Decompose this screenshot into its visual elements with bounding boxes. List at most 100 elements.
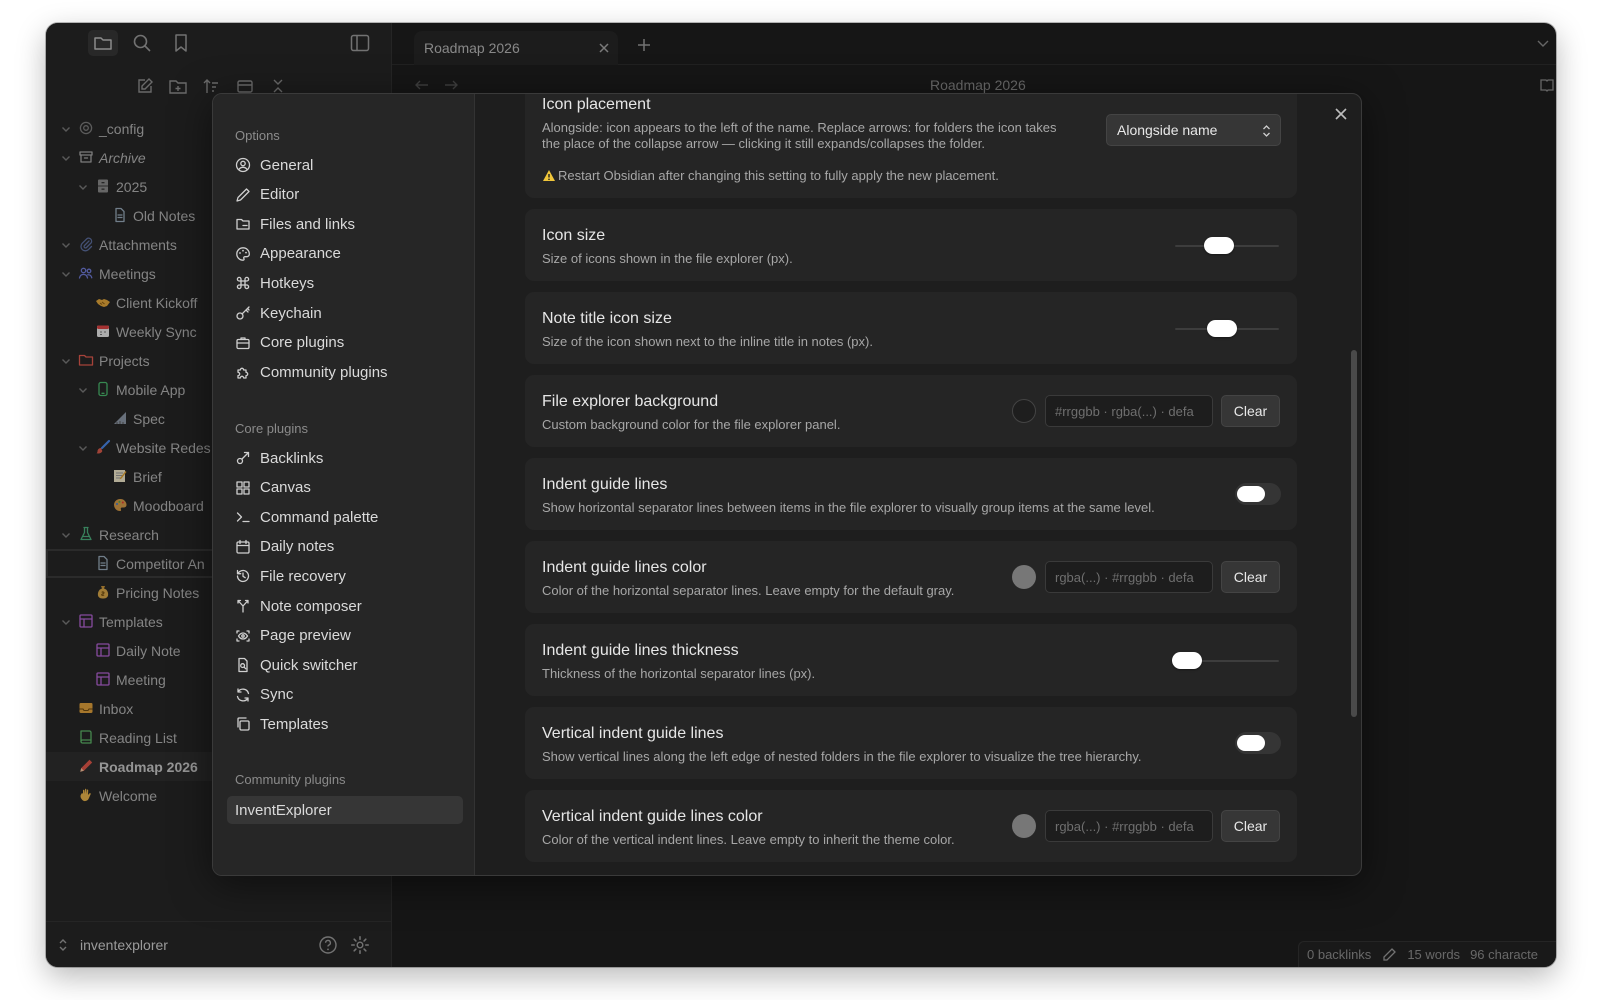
nav-item-files-and-links[interactable]: Files and links [227,210,463,238]
sync-icon [235,687,251,703]
nav-item-backlinks[interactable]: Backlinks [227,444,463,472]
settings-scrollbar[interactable] [1351,350,1357,717]
slider-handle[interactable] [1206,320,1237,337]
nav-item-label: Appearance [260,245,341,263]
slider-handle[interactable] [1203,237,1234,254]
setting-title: Icon size [542,227,606,244]
nav-item-core-plugins[interactable]: Core plugins [227,329,463,357]
terminal-icon [235,509,251,525]
nav-item-label: Sync [260,686,294,704]
setting-icon-placement: Icon placement Alongside: icon appears t… [525,94,1297,198]
grid-icon [235,480,251,496]
nav-item-canvas[interactable]: Canvas [227,474,463,502]
nav-item-label: Editor [260,186,300,204]
key-icon [235,305,251,321]
nav-item-label: Hotkeys [260,274,315,292]
color-swatch[interactable] [1012,399,1036,423]
nav-item-keychain[interactable]: Keychain [227,299,463,327]
setting-vertical-indent-guide-lines: Vertical indent guide lines Show vertica… [525,707,1297,779]
setting-indent-guide-lines-color: Indent guide lines color Color of the ho… [525,541,1297,613]
palette-icon [235,246,251,262]
indent-guide-lines-toggle[interactable] [1235,483,1281,505]
warning-icon [542,169,556,182]
setting-note-title-icon-size: Note title icon size Size of the icon sh… [525,292,1297,364]
color-swatch[interactable] [1012,565,1036,589]
clear-indent-color-button[interactable]: Clear [1221,561,1280,593]
nav-item-label: Templates [260,715,329,733]
nav-item-command-palette[interactable]: Command palette [227,503,463,531]
nav-item-label: General [260,156,314,174]
nav-item-label: Daily notes [260,538,335,556]
icon-size-slider[interactable] [1175,237,1279,254]
setting-title: Vertical indent guide lines color [542,808,763,825]
settings-nav: Options General Editor Files and links Appe… [213,94,475,875]
nav-item-sync[interactable]: Sync [227,681,463,709]
setting-file-explorer-background: File explorer background Custom backgrou… [525,375,1297,447]
command-icon [235,275,251,291]
setting-title: Indent guide lines thickness [542,642,739,659]
vertical-guide-lines-toggle[interactable] [1235,732,1281,754]
setting-description: Custom background color for the file exp… [542,417,841,432]
nav-item-label: Canvas [260,479,311,497]
nav-item-templates[interactable]: Templates [227,710,463,738]
slider-handle[interactable] [1172,652,1203,669]
puzzle-icon [235,364,251,380]
nav-item-label: InventExplorer [235,801,332,819]
nav-item-label: Quick switcher [260,656,358,674]
setting-description: Alongside: icon appears to the left of t… [542,120,1057,135]
close-modal-icon[interactable] [1334,107,1348,121]
nav-item-editor[interactable]: Editor [227,181,463,209]
dropdown-value: Alongside name [1117,122,1218,138]
color-swatch[interactable] [1012,814,1036,838]
folder-link-icon [235,216,251,232]
settings-content: Icon placement Alongside: icon appears t… [475,94,1361,875]
setting-description: Color of the horizontal separator lines.… [542,583,955,598]
setting-description: Color of the vertical indent lines. Leav… [542,832,955,847]
settings-modal: Options General Editor Files and links Appe… [212,93,1362,876]
setting-vertical-indent-guide-lines-color: Vertical indent guide lines color Color … [525,790,1297,862]
nav-heading-community-plugins: Community plugins [235,772,346,787]
vertical-lines-color-input[interactable] [1045,810,1213,842]
briefcase-icon [235,335,251,351]
merge-icon [235,598,251,614]
indent-thickness-slider[interactable] [1172,652,1279,669]
icon-placement-dropdown[interactable]: Alongside name [1106,114,1281,146]
note-title-icon-size-slider[interactable] [1175,320,1279,337]
clear-explorer-bg-button[interactable]: Clear [1221,395,1280,427]
setting-title: Note title icon size [542,310,672,327]
setting-title: Indent guide lines color [542,559,707,576]
setting-icon-size: Icon size Size of icons shown in the fil… [525,209,1297,281]
nav-item-label: Note composer [260,597,362,615]
nav-item-appearance[interactable]: Appearance [227,240,463,268]
setting-title: Icon placement [542,96,651,113]
nav-item-hotkeys[interactable]: Hotkeys [227,269,463,297]
nav-item-quick-switcher[interactable]: Quick switcher [227,651,463,679]
nav-item-community-plugins[interactable]: Community plugins [227,358,463,386]
nav-item-label: Keychain [260,304,322,322]
nav-item-daily-notes[interactable]: Daily notes [227,533,463,561]
nav-item-label: Community plugins [260,363,388,381]
nav-item-inventexplorer[interactable]: InventExplorer [227,796,463,824]
nav-item-page-preview[interactable]: Page preview [227,622,463,650]
nav-item-label: Command palette [260,508,379,526]
nav-item-label: File recovery [260,567,346,585]
setting-description: Size of icons shown in the file explorer… [542,251,793,266]
explorer-bg-color-input[interactable] [1045,395,1213,427]
setting-indent-guide-lines-thickness: Indent guide lines thickness Thickness o… [525,624,1297,696]
nav-item-note-composer[interactable]: Note composer [227,592,463,620]
indent-lines-color-input[interactable] [1045,561,1213,593]
restart-warning: Restart Obsidian after changing this set… [558,168,999,183]
nav-item-file-recovery[interactable]: File recovery [227,562,463,590]
nav-heading-core-plugins: Core plugins [235,421,308,436]
file-search-icon [235,657,251,673]
nav-item-general[interactable]: General [227,151,463,179]
pencil-icon [235,187,251,203]
chevron-updown-icon [1262,124,1271,138]
setting-description: Size of the icon shown next to the inlin… [542,334,873,349]
clear-vertical-color-button[interactable]: Clear [1221,810,1280,842]
nav-item-label: Files and links [260,215,356,233]
nav-heading-options: Options [235,128,280,143]
setting-indent-guide-lines: Indent guide lines Show horizontal separ… [525,458,1297,530]
backlinks-icon [235,450,251,466]
calendar-icon [235,539,251,555]
